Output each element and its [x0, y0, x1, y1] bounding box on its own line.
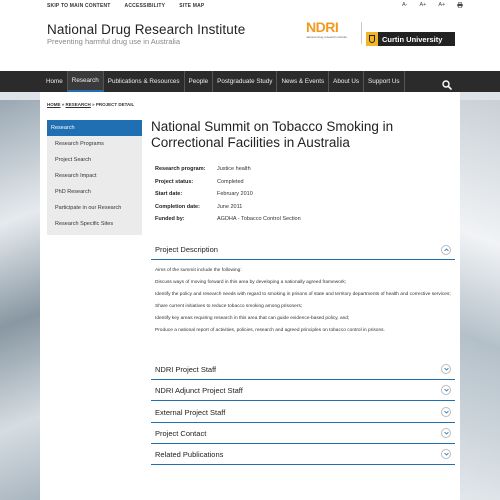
detail-label: Research program:: [155, 166, 206, 173]
description-paragraph: Identify the policy and research needs w…: [155, 292, 451, 297]
main-nav: Home Research Publications & Resources P…: [0, 71, 500, 92]
sidebar-item-research-impact[interactable]: Research Impact: [47, 168, 142, 184]
sidebar-item-phd-research[interactable]: PhD Research: [47, 184, 142, 200]
detail-label: Start date:: [155, 191, 183, 198]
chevron-down-icon[interactable]: [441, 449, 451, 459]
accordion-header[interactable]: NDRI Project Staff: [151, 359, 455, 380]
sidebar-item-research-specific-sites[interactable]: Research Specific Sites: [47, 216, 142, 232]
accordion-ndri-adjunct-staff: NDRI Adjunct Project Staff: [151, 380, 455, 401]
print-icon[interactable]: [457, 2, 463, 10]
detail-value: June 2011: [217, 203, 243, 210]
description-paragraph: Produce a national report of activities,…: [155, 328, 385, 333]
font-increase-large-button[interactable]: A+: [438, 2, 445, 10]
accordion-ndri-project-staff: NDRI Project Staff: [151, 359, 455, 380]
page-title: National Summit on Tobacco Smoking in Co…: [151, 119, 394, 150]
ndri-logo[interactable]: NDRI national drug research institute: [306, 20, 358, 44]
detail-row-completion-date: Completion date: June 2011: [155, 201, 301, 214]
description-paragraph: Aims of the summit include the following…: [155, 268, 242, 273]
font-increase-button[interactable]: A+: [420, 2, 427, 10]
detail-row-program: Research program: Justice health: [155, 163, 301, 176]
accordion-header[interactable]: Project Contact: [151, 423, 455, 444]
ndri-logo-word: NDRI: [306, 19, 339, 35]
nav-people[interactable]: People: [185, 71, 214, 92]
nav-research[interactable]: Research: [67, 71, 104, 92]
accordion-related-publications: Related Publications: [151, 444, 455, 465]
accordion-title: External Project Staff: [155, 407, 226, 417]
breadcrumb: HOME » RESEARCH » PROJECT DETAIL: [47, 102, 134, 107]
logo-divider: [361, 22, 362, 44]
breadcrumb-home[interactable]: HOME: [47, 102, 61, 107]
background-image-left: [0, 100, 40, 500]
breadcrumb-separator: »: [92, 102, 95, 107]
sidebar-item-project-search[interactable]: Project Search: [47, 152, 142, 168]
nav-publications[interactable]: Publications & Resources: [104, 71, 185, 92]
accordion-body: Aims of the summit include the following…: [151, 260, 455, 335]
description-paragraph: Discuss ways of moving forward in this a…: [155, 280, 347, 285]
accordion-project-contact: Project Contact: [151, 423, 455, 444]
detail-value: AGDHA - Tobacco Control Section: [217, 216, 301, 223]
nav-support-us[interactable]: Support Us: [364, 71, 405, 92]
accordion-project-description: Project Description Aims of the summit i…: [151, 240, 455, 340]
accordion-title: Related Publications: [155, 449, 224, 459]
detail-row-start-date: Start date: February 2010: [155, 188, 301, 201]
chevron-down-icon[interactable]: [441, 385, 451, 395]
nav-postgraduate-study[interactable]: Postgraduate Study: [213, 71, 278, 92]
nav-news-events[interactable]: News & Events: [277, 71, 330, 92]
ndri-logo-tagline: national drug research institute: [306, 35, 348, 39]
detail-value: February 2010: [217, 191, 253, 198]
font-decrease-button[interactable]: A-: [402, 2, 408, 10]
skip-to-content-link[interactable]: SKIP TO MAIN CONTENT: [47, 3, 111, 9]
detail-row-funded-by: Funded by: AGDHA - Tobacco Control Secti…: [155, 213, 301, 226]
accordion-header[interactable]: Project Description: [151, 240, 455, 260]
chevron-down-icon[interactable]: [441, 407, 451, 417]
description-paragraph: Share current initiatives to reduce toba…: [155, 304, 303, 309]
search-icon[interactable]: [442, 77, 452, 90]
accordion-header[interactable]: NDRI Adjunct Project Staff: [151, 380, 455, 401]
breadcrumb-research[interactable]: RESEARCH: [66, 102, 91, 107]
detail-label: Funded by:: [155, 216, 185, 223]
detail-label: Project status:: [155, 178, 194, 185]
site-map-link[interactable]: SITE MAP: [179, 3, 204, 9]
chevron-up-icon[interactable]: [441, 244, 451, 255]
site-subtitle: Preventing harmful drug use in Australia: [47, 37, 180, 46]
accordion-title: Project Contact: [155, 428, 207, 438]
sidebar-item-participate[interactable]: Participate in our Research: [47, 200, 142, 216]
breadcrumb-current: PROJECT DETAIL: [95, 102, 135, 107]
description-paragraph: Identify key areas requiring research in…: [155, 316, 350, 321]
sidebar-item-research-programs[interactable]: Research Programs: [47, 136, 142, 152]
detail-value: Justice health: [217, 166, 251, 173]
nav-home[interactable]: Home: [42, 71, 68, 92]
curtin-logo-text: Curtin University: [382, 34, 443, 44]
curtin-crest-icon: [366, 32, 378, 46]
chevron-down-icon[interactable]: [441, 428, 451, 438]
detail-label: Completion date:: [155, 203, 200, 210]
curtin-logo[interactable]: Curtin University: [366, 32, 455, 46]
accordion-title: NDRI Project Staff: [155, 364, 217, 374]
site-title[interactable]: National Drug Research Institute: [47, 22, 245, 37]
utility-bar: SKIP TO MAIN CONTENT ACCESSIBILITY SITE …: [0, 0, 500, 13]
project-details: Research program: Justice health Project…: [155, 163, 301, 226]
chevron-down-icon[interactable]: [441, 364, 451, 374]
background-image-right: [460, 100, 500, 500]
accordion-external-staff: External Project Staff: [151, 402, 455, 423]
accordion-title: NDRI Adjunct Project Staff: [155, 385, 243, 395]
accordion-title: Project Description: [155, 245, 218, 254]
nav-about-us[interactable]: About Us: [329, 71, 365, 92]
accordion-header[interactable]: External Project Staff: [151, 402, 455, 423]
sidebar-item-research[interactable]: Research: [47, 120, 142, 136]
accordion-header[interactable]: Related Publications: [151, 444, 455, 465]
accessibility-link[interactable]: ACCESSIBILITY: [125, 3, 166, 9]
detail-value: Completed: [217, 178, 244, 185]
sidebar-nav: Research Research Programs Project Searc…: [47, 120, 142, 235]
detail-row-status: Project status: Completed: [155, 176, 301, 189]
breadcrumb-separator: »: [61, 102, 65, 107]
